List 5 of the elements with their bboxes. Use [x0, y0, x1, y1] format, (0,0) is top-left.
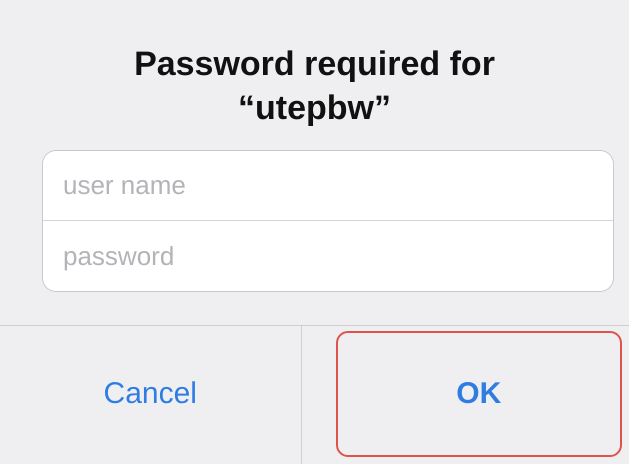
cancel-button[interactable]: Cancel [7, 331, 294, 457]
username-field[interactable]: user name [42, 150, 614, 221]
password-field[interactable]: password [42, 221, 614, 292]
ok-button[interactable]: OK [336, 331, 622, 457]
alert-title: Password required for “utepbw” [133, 44, 496, 129]
